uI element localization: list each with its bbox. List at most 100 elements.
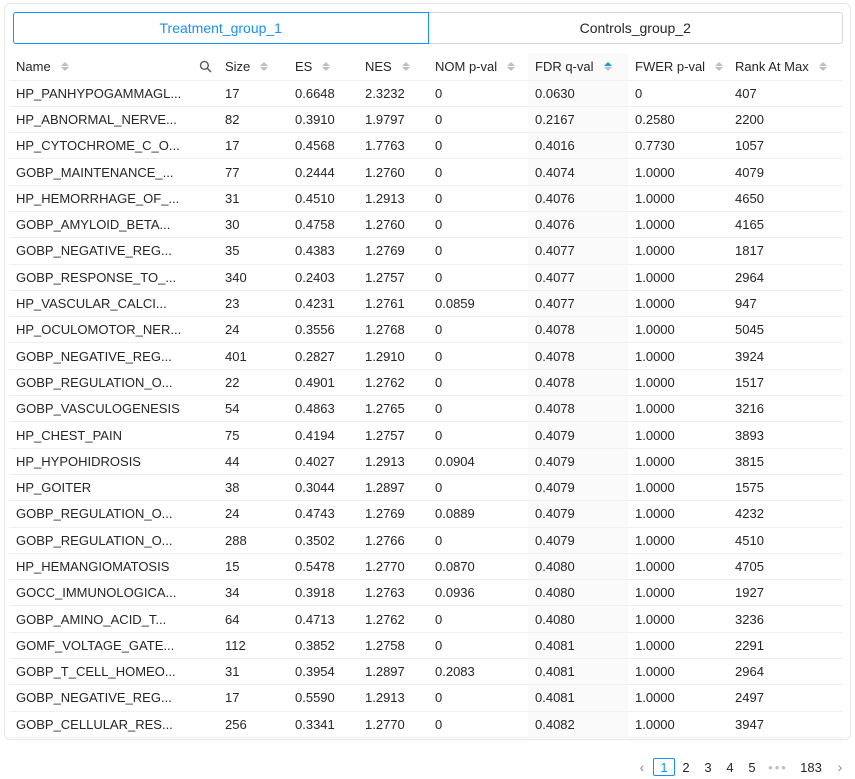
table-cell: 0 (428, 316, 528, 344)
table-row[interactable]: HP_HYPOHIDROSIS 44 0.4027 1.2913 0.0904 0.407… (9, 448, 843, 475)
table-row[interactable]: GOBP_NEGATIVE_REG... 17 0.5590 1.2913 0 0.408… (9, 684, 843, 712)
table-cell: 0 (428, 264, 528, 291)
table-cell: 24 (218, 316, 288, 344)
table-row[interactable]: GOBP_CELLULAR_RES... 256 0.3341 1.2770 0 0.40… (9, 711, 843, 738)
column-label: Name (16, 58, 51, 74)
table-row[interactable]: HP_CYTOCHROME_C_O... 17 0.4568 1.7763 0 0.401… (9, 132, 843, 160)
sort-icon[interactable] (818, 61, 827, 71)
table-row[interactable]: HP_OCULOMOTOR_NER... 24 0.3556 1.2768 0 0.407… (9, 316, 843, 344)
table-cell: 82 (218, 106, 288, 134)
table-row[interactable]: GOBP_AMYLOID_BETA... 30 0.4758 1.2760 0 0.407… (9, 211, 843, 239)
sort-ascending-icon[interactable] (603, 61, 612, 71)
table-cell: 1.2910 (358, 342, 428, 370)
column-header-rank-at-max[interactable]: Rank At Max (728, 53, 843, 81)
page-4-button[interactable]: 4 (719, 758, 741, 776)
table-row[interactable]: GOBP_REGULATION_O... 288 0.3502 1.2766 0 0.40… (9, 527, 843, 554)
table-row[interactable]: GOBP_NEGATIVE_REG... 35 0.4383 1.2769 0 0.407… (9, 237, 843, 265)
chevron-left-icon[interactable]: ‹ (631, 758, 653, 776)
table-cell: 0.4383 (288, 237, 358, 265)
table-row[interactable]: GOBP_REGULATION_O... 24 0.4743 1.2769 0.0889… (9, 500, 843, 528)
table-cell: 0.4743 (288, 500, 358, 528)
column-label: Rank At Max (735, 58, 809, 74)
table-cell: 0 (428, 421, 528, 449)
table-cell: 0 (428, 237, 528, 265)
page-3-button[interactable]: 3 (697, 758, 719, 776)
table-cell: 0.2580 (628, 106, 728, 134)
pagination: ‹ 1 2 3 4 5 ••• 183 › (631, 757, 851, 777)
table-cell: 0.0630 (528, 80, 628, 107)
table-cell: 401 (218, 342, 288, 370)
table-row[interactable]: GOBP_RESPONSE_TO_... 340 0.2403 1.2757 0 0.40… (9, 264, 843, 291)
tab-treatment-group-1[interactable]: Treatment_group_1 (13, 12, 429, 44)
page-5-button[interactable]: 5 (741, 758, 763, 776)
table-cell: 0.0904 (428, 448, 528, 475)
sort-icon[interactable] (322, 61, 331, 71)
chevron-right-icon[interactable]: › (829, 758, 851, 776)
table-cell: 1.0000 (628, 237, 728, 265)
column-header-name[interactable]: Name (9, 53, 218, 81)
table-cell: 2964 (728, 658, 843, 686)
table-row[interactable]: GOBP_VASCULOGENESIS 54 0.4863 1.2765 0 0.4078… (9, 395, 843, 423)
pagination-ellipsis[interactable]: ••• (763, 758, 793, 776)
table-cell: 0.4076 (528, 211, 628, 239)
sort-icon[interactable] (60, 61, 69, 71)
table-row[interactable]: GOBP_REGULATION_O... 22 0.4901 1.2762 0 0.407… (9, 369, 843, 397)
table-row[interactable]: GOMF_VOLTAGE_GATE... 112 0.3852 1.2758 0 0.40… (9, 632, 843, 660)
sort-icon[interactable] (401, 61, 410, 71)
table-cell: 0.4080 (528, 605, 628, 633)
table-row[interactable]: HP_HEMORRHAGE_OF_... 31 0.4510 1.2913 0 0.407… (9, 185, 843, 212)
table-row[interactable]: HP_HEMANGIOMATOSIS 15 0.5478 1.2770 0.0870 0.… (9, 553, 843, 581)
column-header-size[interactable]: Size (218, 53, 288, 81)
sort-icon[interactable] (715, 61, 724, 71)
table-cell: 1.0000 (628, 369, 728, 397)
column-header-fdr-q-val[interactable]: FDR q-val (528, 53, 628, 81)
column-label: NES (365, 58, 392, 74)
table-row[interactable]: GOBP_AMINO_ACID_T... 64 0.4713 1.2762 0 0.408… (9, 605, 843, 633)
table-row[interactable]: GOCC_IMMUNOLOGICA... 34 0.3918 1.2763 0.0936… (9, 579, 843, 607)
table-row[interactable]: HP_GOITER 38 0.3044 1.2897 0 0.4079 1.0000 1575 (9, 474, 843, 502)
table-cell: 1.7763 (358, 132, 428, 160)
column-header-es[interactable]: ES (288, 53, 358, 81)
table-cell: 22 (218, 369, 288, 397)
table-cell: 1.0000 (628, 500, 728, 528)
column-header-nom-p-val[interactable]: NOM p-val (428, 53, 528, 81)
table-cell: 31 (218, 658, 288, 686)
table-cell: 2497 (728, 684, 843, 712)
table-cell: 0.4713 (288, 605, 358, 633)
search-icon[interactable] (199, 60, 212, 73)
table-cell: 0.4079 (528, 500, 628, 528)
column-header-nes[interactable]: NES (358, 53, 428, 81)
table-cell: 1.2768 (358, 316, 428, 344)
table-cell: GOBP_MAINTENANCE_... (9, 158, 218, 186)
table-cell: 0 (428, 527, 528, 554)
table-row[interactable]: HP_VASCULAR_CALCI... 23 0.4231 1.2761 0.0859… (9, 290, 843, 318)
table-row[interactable]: GOBP_MAINTENANCE_... 77 0.2444 1.2760 0 0.407… (9, 158, 843, 186)
page-last-button[interactable]: 183 (793, 758, 829, 776)
sort-icon[interactable] (260, 61, 269, 71)
sort-icon[interactable] (507, 61, 516, 71)
table-row[interactable]: HP_PANHYPOGAMMAGL... 17 0.6648 2.3232 0 0.063… (9, 80, 843, 107)
column-label: FWER p-val (635, 58, 706, 74)
table-cell: 5045 (728, 316, 843, 344)
table-cell: HP_HYPOHIDROSIS (9, 448, 218, 475)
table-cell: 1.2757 (358, 264, 428, 291)
table-row[interactable]: GOBP_NEGATIVE_REG... 401 0.2827 1.2910 0 0.40… (9, 342, 843, 370)
table-cell: 0.0870 (428, 553, 528, 581)
column-header-fwer-p-val[interactable]: FWER p-val (628, 53, 728, 81)
table-cell: 2.3232 (358, 80, 428, 107)
table-cell: 0.0889 (428, 500, 528, 528)
table-cell: 1.2913 (358, 448, 428, 475)
tab-controls-group-2[interactable]: Controls_group_2 (428, 12, 843, 44)
table-cell: GOBP_REGULATION_O... (9, 527, 218, 554)
table-row[interactable]: HP_CHEST_PAIN 75 0.4194 1.2757 0 0.4079 1.0000… (9, 421, 843, 449)
results-table-wrapper: Name Size ES NES NOM p-val FDR q-val FWE… (9, 53, 843, 738)
table-cell: HP_PANHYPOGAMMAGL... (9, 80, 218, 107)
table-row[interactable]: HP_ABNORMAL_NERVE... 82 0.3910 1.9797 0 0.216… (9, 106, 843, 134)
table-cell: 77 (218, 158, 288, 186)
page-2-button[interactable]: 2 (675, 758, 697, 776)
table-row[interactable]: GOBP_T_CELL_HOMEO... 31 0.3954 1.2897 0.2083… (9, 658, 843, 686)
table-cell: 1.2897 (358, 658, 428, 686)
page-1-button[interactable]: 1 (653, 758, 675, 776)
table-cell: HP_CYTOCHROME_C_O... (9, 132, 218, 160)
table-cell: 0.4901 (288, 369, 358, 397)
